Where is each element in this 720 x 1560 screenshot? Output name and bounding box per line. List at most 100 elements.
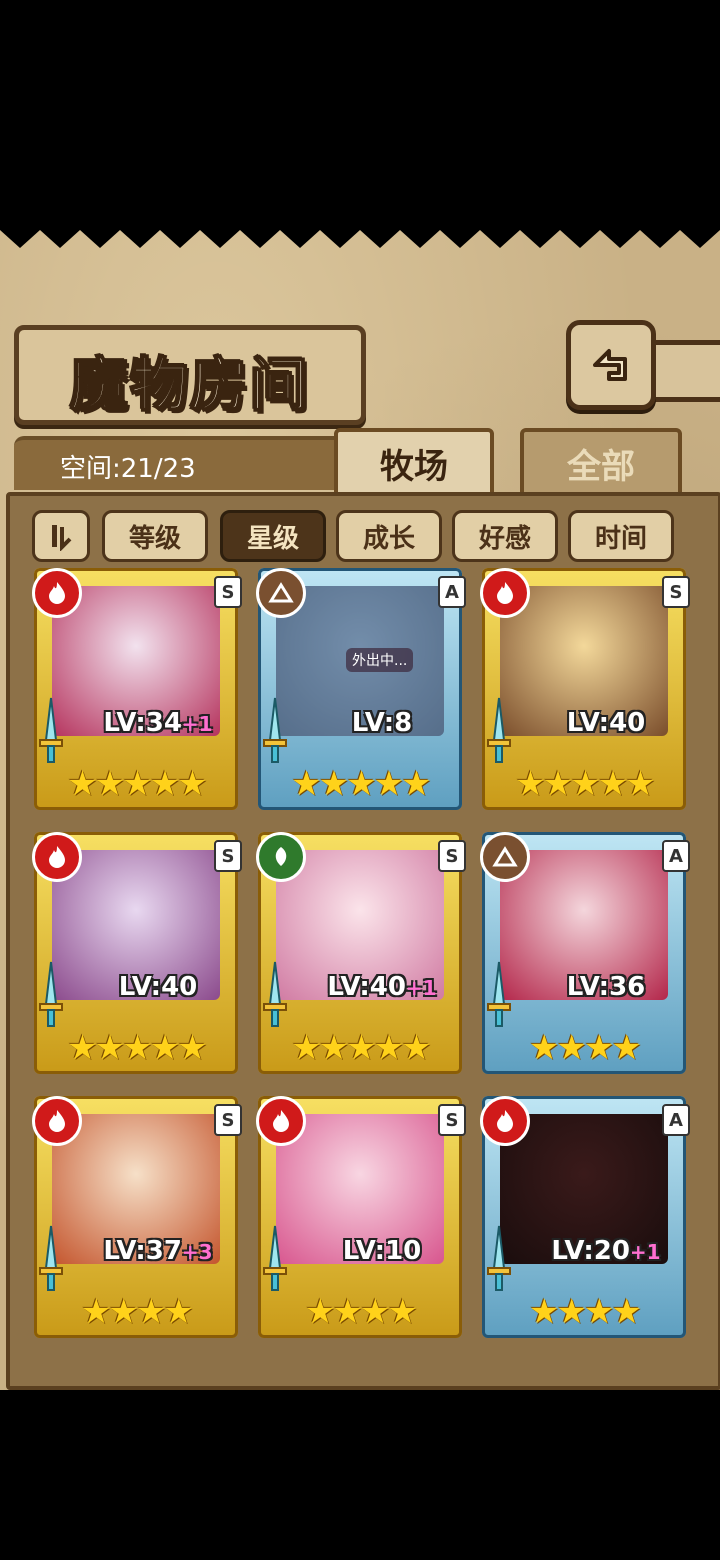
level-label: LV:36 [528, 972, 684, 1002]
star-icon: ★ [94, 1028, 126, 1068]
star-icon: ★ [332, 1292, 364, 1332]
sword-class-icon [263, 697, 287, 763]
star-rating: ★★★★★ [258, 764, 462, 804]
level-bonus: +1 [181, 712, 213, 736]
rank-badge: S [662, 576, 690, 608]
star-icon: ★ [387, 1292, 418, 1332]
rank-badge: S [214, 840, 242, 872]
star-rating: ★★★★ [258, 1292, 462, 1332]
star-icon: ★ [177, 1028, 208, 1068]
level-value: LV:40 [566, 708, 646, 738]
star-icon: ★ [318, 1028, 350, 1068]
star-icon: ★ [122, 764, 153, 804]
star-icon: ★ [556, 1028, 588, 1068]
star-icon: ★ [291, 1028, 322, 1068]
level-value: LV:40 [118, 972, 198, 1002]
star-icon: ★ [373, 764, 405, 804]
monster-card[interactable]: S LV:34+1 ★★★★★ [32, 568, 242, 810]
monster-card[interactable]: S LV:40 ★★★★★ [32, 832, 242, 1074]
star-icon: ★ [556, 1292, 588, 1332]
star-icon: ★ [611, 1028, 642, 1068]
level-label: LV:40 [80, 972, 236, 1002]
sword-class-icon [487, 1225, 511, 1291]
star-icon: ★ [584, 1292, 615, 1332]
star-icon: ★ [305, 1292, 336, 1332]
sword-class-icon [263, 1225, 287, 1291]
space-capacity-text: 空间:21/23 [60, 454, 196, 484]
away-status-label: 外出中... [346, 648, 414, 672]
title-plate: 魔物房间 [14, 325, 366, 425]
monster-card[interactable]: A LV:20+1 ★★★★ [480, 1096, 690, 1338]
torn-edge-decoration [0, 210, 720, 248]
monster-card[interactable]: S LV:40 ★★★★★ [480, 568, 690, 810]
level-value: LV:36 [566, 972, 646, 1002]
earth-element-icon [480, 832, 530, 882]
rank-badge: S [214, 576, 242, 608]
star-icon: ★ [318, 764, 350, 804]
sword-class-icon [39, 961, 63, 1027]
star-icon: ★ [81, 1292, 112, 1332]
level-value: LV:34 [103, 708, 182, 738]
sort-order-toggle[interactable] [32, 510, 90, 562]
fire-element-icon [32, 832, 82, 882]
fire-element-icon [480, 1096, 530, 1146]
star-rating: ★★★★★ [258, 1028, 462, 1068]
sort-bar: 等级 星级 成长 好感 时间 [32, 510, 692, 562]
star-icon: ★ [515, 764, 546, 804]
level-label: LV:34+1 [80, 708, 236, 738]
back-button-rail [646, 340, 720, 402]
rank-badge: S [438, 1104, 466, 1136]
sort-star-button[interactable]: 星级 [220, 510, 326, 562]
level-bonus: +1 [405, 976, 437, 1000]
star-rating: ★★★★ [482, 1028, 686, 1068]
star-icon: ★ [67, 764, 98, 804]
back-arrow-icon [593, 349, 627, 381]
monster-card[interactable]: S LV:40+1 ★★★★★ [256, 832, 466, 1074]
sort-time-button[interactable]: 时间 [568, 510, 674, 562]
star-icon: ★ [122, 1028, 153, 1068]
wind-element-icon [256, 832, 306, 882]
sort-level-button[interactable]: 等级 [102, 510, 208, 562]
monster-card[interactable]: S LV:10 ★★★★ [256, 1096, 466, 1338]
rank-badge: A [662, 840, 690, 872]
star-rating: ★★★★★ [34, 1028, 238, 1068]
star-icon: ★ [611, 1292, 642, 1332]
star-icon: ★ [597, 764, 629, 804]
star-icon: ★ [625, 764, 656, 804]
fire-element-icon [32, 568, 82, 618]
fire-element-icon [480, 568, 530, 618]
tab-all[interactable]: 全部 [520, 428, 682, 498]
tab-pasture[interactable]: 牧场 [334, 428, 494, 498]
rank-badge: A [662, 1104, 690, 1136]
star-rating: ★★★★ [34, 1292, 238, 1332]
level-bonus: +1 [629, 1240, 661, 1264]
rank-badge: S [438, 840, 466, 872]
level-label: LV:8 [304, 708, 460, 738]
sort-affection-button[interactable]: 好感 [452, 510, 558, 562]
sword-class-icon [39, 1225, 63, 1291]
monster-card[interactable]: 外出中... A LV:8 ★★★★★ [256, 568, 466, 810]
star-icon: ★ [149, 1028, 181, 1068]
level-value: LV:10 [342, 1236, 422, 1266]
star-icon: ★ [346, 764, 377, 804]
sort-growth-button[interactable]: 成长 [336, 510, 442, 562]
monster-card[interactable]: A LV:36 ★★★★ [480, 832, 690, 1074]
sword-class-icon [263, 961, 287, 1027]
back-button[interactable] [566, 320, 656, 410]
level-label: LV:37+3 [80, 1236, 236, 1266]
star-rating: ★★★★★ [34, 764, 238, 804]
star-icon: ★ [529, 1028, 560, 1068]
space-capacity-strip: 空间:21/23 [14, 436, 334, 490]
star-icon: ★ [291, 764, 322, 804]
star-icon: ★ [163, 1292, 194, 1332]
rank-badge: S [214, 1104, 242, 1136]
level-value: LV:37 [103, 1236, 182, 1266]
fire-element-icon [32, 1096, 82, 1146]
star-icon: ★ [136, 1292, 167, 1332]
star-rating: ★★★★ [482, 1292, 686, 1332]
level-value: LV:40 [327, 972, 406, 1002]
star-icon: ★ [346, 1028, 377, 1068]
earth-element-icon [256, 568, 306, 618]
level-label: LV:20+1 [528, 1236, 684, 1266]
monster-card[interactable]: S LV:37+3 ★★★★ [32, 1096, 242, 1338]
